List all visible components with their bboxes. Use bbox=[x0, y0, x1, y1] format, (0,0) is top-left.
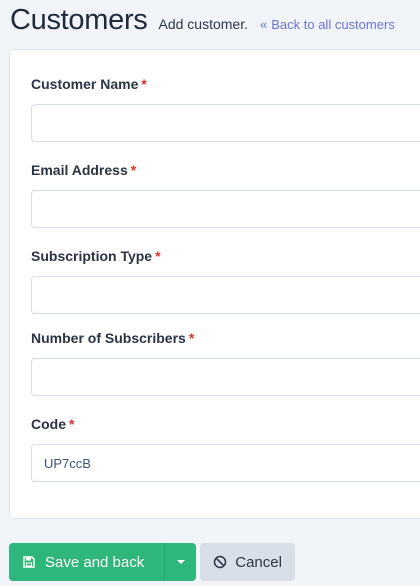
save-options-dropdown-button[interactable] bbox=[164, 543, 197, 581]
email-address-input[interactable] bbox=[31, 190, 420, 228]
save-button-group: Save and back bbox=[9, 543, 197, 581]
back-to-list-link[interactable]: « Back to all customers bbox=[260, 17, 395, 32]
email-address-label: Email Address * bbox=[31, 162, 137, 178]
page-subtitle: Add customer. bbox=[158, 16, 249, 32]
back-link-label: Back to all customers bbox=[271, 17, 395, 32]
code-input[interactable] bbox=[31, 444, 420, 482]
caret-down-icon bbox=[176, 560, 185, 564]
ban-icon bbox=[214, 555, 227, 569]
required-mark: * bbox=[155, 248, 161, 264]
customer-name-input[interactable] bbox=[31, 104, 420, 142]
double-chevron-left-icon: « bbox=[260, 17, 268, 32]
subscription-type-label: Subscription Type * bbox=[31, 248, 161, 264]
save-and-back-button[interactable]: Save and back bbox=[9, 543, 165, 581]
cancel-button[interactable]: Cancel bbox=[200, 543, 295, 581]
customer-name-label: Customer Name * bbox=[31, 76, 147, 92]
required-mark: * bbox=[141, 76, 147, 92]
code-label: Code * bbox=[31, 416, 75, 432]
form-actions: Save and back Cancel bbox=[9, 543, 295, 581]
required-mark: * bbox=[69, 416, 75, 432]
subscription-type-input[interactable] bbox=[31, 276, 420, 314]
floppy-disk-icon bbox=[23, 556, 35, 568]
page-title: Customers bbox=[10, 4, 148, 36]
customer-form-card: Customer Name * Email Address * Subscripti… bbox=[9, 49, 420, 519]
required-mark: * bbox=[130, 162, 137, 178]
save-and-back-label: Save and back bbox=[45, 553, 145, 571]
page-header: Customers Add customer. « Back to all cu… bbox=[10, 4, 395, 37]
required-mark: * bbox=[188, 330, 195, 346]
number-of-subscribers-input[interactable] bbox=[31, 358, 420, 396]
number-of-subscribers-label: Number of Subscribers * bbox=[31, 330, 195, 346]
cancel-label: Cancel bbox=[235, 553, 282, 571]
